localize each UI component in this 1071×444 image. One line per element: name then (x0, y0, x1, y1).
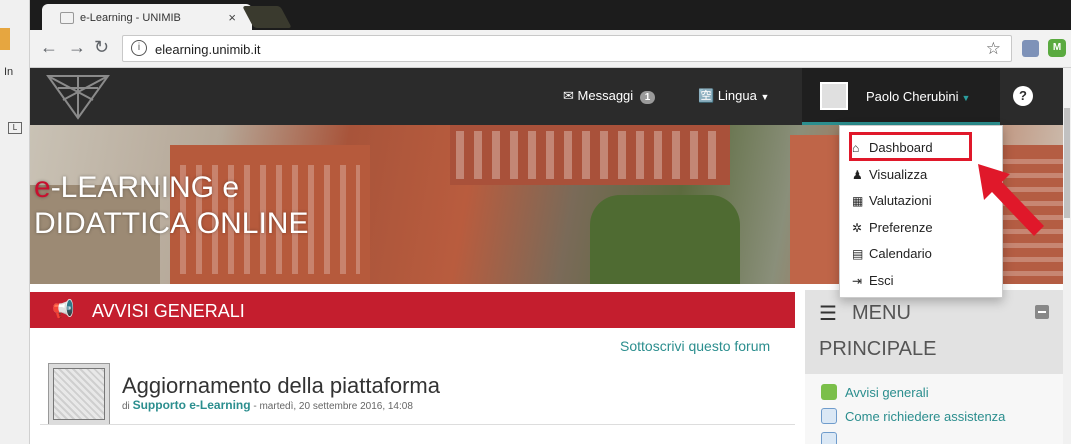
browser-toolbar: ← → ↻ i elearning.unimib.it ☆ M ⋮ (30, 30, 1071, 68)
hamburger-icon: ☰ (819, 303, 837, 325)
address-bar[interactable]: i elearning.unimib.it ☆ (122, 35, 1012, 62)
user-name: Paolo Cherubini ▼ (866, 89, 970, 104)
menu-item-label: Calendario (869, 246, 932, 261)
caret-down-icon: ▼ (961, 93, 971, 103)
gear-icon: ✲ (852, 220, 863, 235)
forum-section-title: AVVISI GENERALI (92, 301, 245, 321)
menu-item-label: Come richiedere assistenza (845, 409, 1006, 424)
highlight-box (849, 132, 972, 161)
menu-title-line1: MENU (852, 302, 911, 324)
banner-building (450, 125, 730, 185)
envelope-icon: ✉ (563, 88, 574, 103)
forum-icon (821, 384, 837, 400)
language-menu[interactable]: 🈳 Lingua ▼ (698, 88, 769, 104)
author-avatar (48, 363, 110, 425)
info-icon[interactable]: i (131, 40, 147, 56)
menu-item-label: Valutazioni (869, 193, 932, 208)
table-icon: ▦ (852, 194, 864, 208)
desktop-text: In (4, 66, 14, 78)
author-avatar-image (53, 368, 105, 420)
menu-item-label: Visualizza (869, 166, 928, 182)
menu-title-line2: PRINCIPALE (819, 338, 937, 360)
tab-close-icon[interactable]: × (228, 10, 236, 25)
favicon-icon (60, 12, 74, 24)
divider (40, 424, 795, 425)
scrollbar-thumb[interactable] (1064, 108, 1070, 218)
back-icon[interactable]: ← (40, 37, 58, 58)
menu-item-label: Esci (869, 272, 894, 288)
desktop-icon (0, 28, 10, 50)
menu-item-esci[interactable]: ⇥ Esci (840, 269, 1002, 296)
forum-section-header: 📢 AVVISI GENERALI (30, 292, 795, 328)
language-icon: 🈳 (698, 88, 715, 103)
post-author-link[interactable]: Supporto e-Learning (133, 398, 251, 412)
logout-icon: ⇥ (852, 273, 863, 288)
bookmark-star-icon[interactable]: ☆ (986, 39, 1001, 59)
subscribe-forum-link[interactable]: Sottoscrivi questo forum (620, 338, 770, 354)
main-menu-block: ☰ MENU PRINCIPALE Avvisi generali Come r… (805, 290, 1063, 444)
desktop-background: In L (0, 0, 30, 444)
banner-title-line1: -LEARNING e (50, 171, 240, 204)
user-icon: ♟ (852, 167, 863, 182)
calendar-icon: ▤ (852, 247, 864, 261)
menu-item-label: Preferenze (869, 219, 933, 235)
browser-tab[interactable]: e-Learning - UNIMIB × (42, 4, 252, 30)
site-logo[interactable] (38, 70, 118, 122)
site-navbar: ✉ Messaggi 1 🈳 Lingua ▼ Paolo Cherubini ▼… (30, 68, 1071, 125)
megaphone-icon: 📢 (52, 299, 75, 319)
messages-count-badge: 1 (639, 91, 656, 104)
menu-item-calendario[interactable]: ▤ Calendario (840, 242, 1002, 269)
post-meta: di Supporto e-Learning - martedì, 20 set… (122, 398, 413, 412)
forward-icon[interactable]: → (68, 37, 86, 58)
annotation-arrow-icon (978, 164, 1044, 236)
post-date: - martedì, 20 settembre 2016, 14:08 (253, 401, 413, 412)
tab-title: e-Learning - UNIMIB (80, 12, 181, 24)
reload-icon[interactable]: ↻ (94, 37, 109, 58)
menu-item-avvisi-generali[interactable]: Avvisi generali (821, 384, 929, 400)
page-icon (821, 432, 837, 444)
main-menu-header: ☰ MENU PRINCIPALE (805, 290, 1063, 374)
banner-title: e-LEARNING e DIDATTICA ONLINE (34, 170, 308, 242)
url-text: elearning.unimib.it (155, 42, 261, 57)
messages-label: Messaggi (577, 88, 634, 103)
messages-link[interactable]: ✉ Messaggi 1 (563, 88, 656, 104)
menu-item-label: Avvisi generali (845, 385, 929, 400)
post-meta-prefix: di (122, 401, 130, 412)
user-name-text: Paolo Cherubini (866, 89, 959, 104)
banner-title-line2: DIDATTICA ONLINE (34, 207, 309, 240)
post-title[interactable]: Aggiornamento della piattaforma (122, 373, 440, 399)
avatar (820, 82, 848, 110)
page-icon (821, 408, 837, 424)
caret-down-icon: ▼ (760, 92, 770, 102)
menu-item-assistenza[interactable]: Come richiedere assistenza (821, 408, 1005, 424)
menu-item-partial[interactable] (821, 432, 845, 444)
banner-title-accent: e (34, 171, 51, 204)
browser-tab-bar: e-Learning - UNIMIB × (30, 0, 1071, 30)
extension-icon[interactable] (1022, 40, 1039, 57)
extension-m-icon[interactable]: M (1048, 39, 1066, 57)
user-menu-toggle[interactable]: Paolo Cherubini ▼ (802, 68, 1000, 125)
page-scrollbar[interactable] (1063, 68, 1071, 444)
language-label: Lingua (717, 88, 757, 103)
banner-garden (590, 195, 740, 284)
help-icon[interactable]: ? (1013, 86, 1033, 106)
collapse-block-icon[interactable] (1035, 305, 1049, 319)
desktop-box: L (8, 122, 22, 134)
